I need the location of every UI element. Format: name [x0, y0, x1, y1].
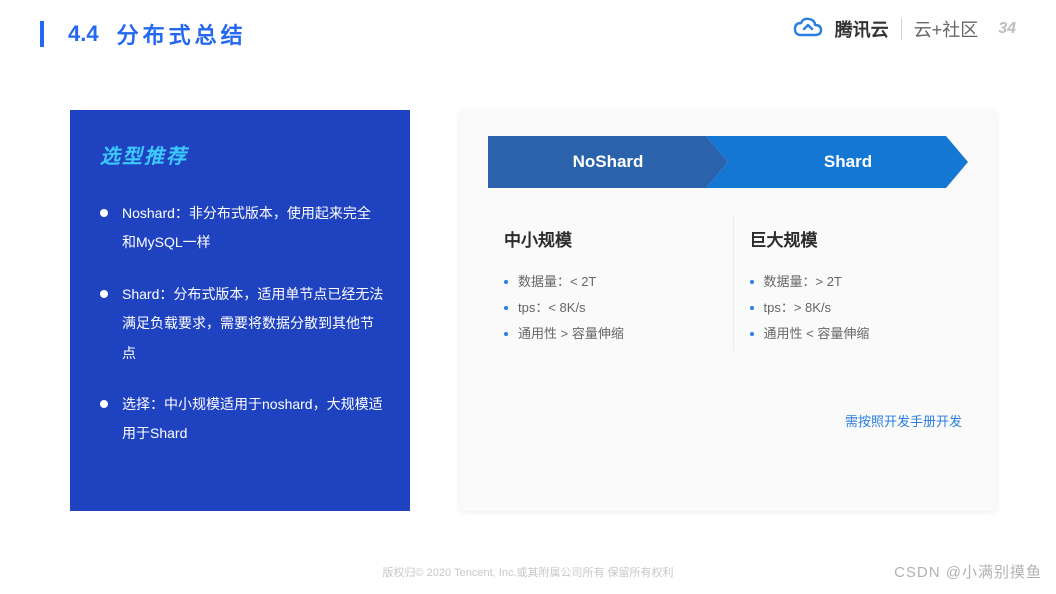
list-item: 数据量：> 2T [750, 269, 963, 295]
list-item: 选择：中小规模适用于noshard，大规模适用于Shard [100, 390, 384, 449]
section-title: 分布式总结 [117, 18, 247, 50]
section-number: 4.4 [68, 21, 99, 47]
brand-community-text: 云+社区 [914, 16, 979, 42]
page-number: 34 [998, 20, 1016, 38]
arrow-noshard-label: NoShard [573, 152, 644, 172]
column-list: 数据量：> 2T tps：> 8K/s 通用性 < 容量伸缩 [740, 269, 963, 347]
arrow-shard: Shard [706, 136, 968, 188]
column-list: 数据量：< 2T tps：< 8K/s 通用性 > 容量伸缩 [494, 269, 717, 347]
recommendation-title: 选型推荐 [100, 140, 384, 169]
recommendation-list: Noshard：非分布式版本，使用起来完全和MySQL一样 Shard：分布式版… [100, 199, 384, 449]
list-item: 数据量：< 2T [504, 269, 717, 295]
list-item: tps：> 8K/s [750, 295, 963, 321]
list-item: Shard：分布式版本，适用单节点已经无法满足负载要求，需要将数据分散到其他节点 [100, 280, 384, 368]
list-item: 通用性 > 容量伸缩 [504, 321, 717, 347]
brand-cloud-text: 腾讯云 [835, 16, 889, 42]
column-title: 中小规模 [494, 226, 717, 251]
arrow-row: NoShard Shard [488, 136, 968, 188]
slide-header: 4.4 分布式总结 腾讯云 云+社区 34 [0, 0, 1056, 60]
title-marker [40, 21, 44, 47]
list-item: Noshard：非分布式版本，使用起来完全和MySQL一样 [100, 199, 384, 258]
column-small-scale: 中小规模 数据量：< 2T tps：< 8K/s 通用性 > 容量伸缩 [488, 216, 723, 351]
comparison-columns: 中小规模 数据量：< 2T tps：< 8K/s 通用性 > 容量伸缩 巨大规模… [488, 216, 968, 351]
watermark: CSDN @小满别摸鱼 [894, 561, 1042, 582]
brand-logos: 腾讯云 云+社区 34 [793, 16, 1016, 42]
arrow-noshard: NoShard [488, 136, 728, 188]
list-item: tps：< 8K/s [504, 295, 717, 321]
list-item: 通用性 < 容量伸缩 [750, 321, 963, 347]
brand-divider [901, 18, 902, 40]
dev-note: 需按照开发手册开发 [488, 411, 968, 430]
column-large-scale: 巨大规模 数据量：> 2T tps：> 8K/s 通用性 < 容量伸缩 [733, 216, 969, 351]
slide-content: 选型推荐 Noshard：非分布式版本，使用起来完全和MySQL一样 Shard… [0, 60, 1056, 511]
recommendation-panel: 选型推荐 Noshard：非分布式版本，使用起来完全和MySQL一样 Shard… [70, 110, 410, 511]
comparison-card: NoShard Shard 中小规模 数据量：< 2T tps：< 8K/s 通… [460, 110, 996, 511]
arrow-shard-label: Shard [824, 152, 872, 172]
cloud-icon [793, 17, 823, 41]
column-title: 巨大规模 [740, 226, 963, 251]
